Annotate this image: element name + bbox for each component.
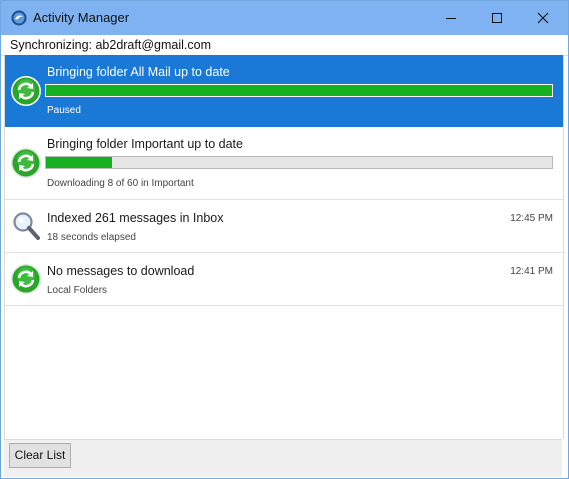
maximize-button[interactable] [474,1,520,35]
window-title: Activity Manager [33,10,130,25]
magnifier-icon [10,210,42,242]
activity-item-all-mail[interactable]: Bringing folder All Mail up to date Paus… [5,55,563,127]
sync-icon [10,263,42,295]
sync-status-label: Synchronizing: ab2draft@gmail.com [10,38,211,52]
activity-status: Local Folders [47,285,108,296]
activity-status: Downloading 8 of 60 in Important [47,178,194,189]
activity-manager-window: Activity Manager Synchronizing: ab2draft… [0,0,569,479]
sync-icon [10,147,42,179]
activity-progress-bar [45,84,553,97]
activity-title: Bringing folder Important up to date [47,137,243,151]
activity-item-no-messages[interactable]: No messages to download 12:41 PM Local F… [5,253,563,306]
progress-fill [46,157,112,168]
footer-bar: Clear List [4,439,562,477]
close-icon [537,12,549,24]
activity-time: 12:41 PM [510,266,553,277]
progress-fill [46,85,552,96]
close-button[interactable] [520,1,566,35]
activity-status: 18 seconds elapsed [47,232,136,243]
activity-item-important[interactable]: Bringing folder Important up to date Dow… [5,127,563,200]
thunderbird-app-icon [11,10,27,26]
sync-status-bar: Synchronizing: ab2draft@gmail.com [1,35,568,56]
title-bar[interactable]: Activity Manager [1,1,568,35]
activity-status: Paused [47,105,81,116]
minimize-button[interactable] [428,1,474,35]
clear-list-button[interactable]: Clear List [9,443,71,468]
activity-time: 12:45 PM [510,213,553,224]
activity-title: No messages to download [47,264,195,278]
activity-title: Bringing folder All Mail up to date [47,65,230,79]
activity-progress-bar [45,156,553,169]
sync-icon [10,75,42,107]
activity-title: Indexed 261 messages in Inbox [47,211,224,225]
minimize-icon [445,12,457,24]
maximize-icon [491,12,503,24]
activity-list[interactable]: Bringing folder All Mail up to date Paus… [4,55,564,439]
activity-item-indexed[interactable]: Indexed 261 messages in Inbox 12:45 PM 1… [5,200,563,253]
